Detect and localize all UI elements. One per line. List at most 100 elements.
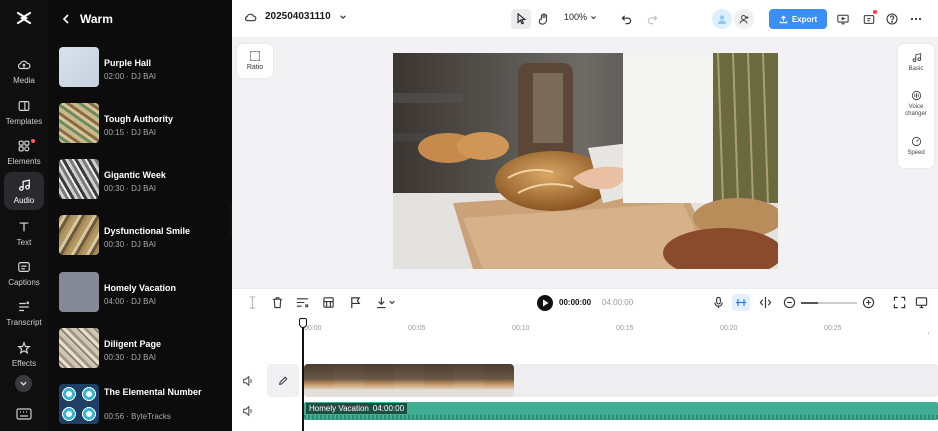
track-name: Dysfunctional Smile	[104, 226, 191, 236]
auto-snap-toggle[interactable]	[732, 294, 750, 311]
project-selector[interactable]: 202504031110	[244, 11, 347, 22]
zoom-dropdown[interactable]: 100%	[564, 12, 597, 22]
notification-dot	[31, 139, 35, 143]
ruler-tick: 00:10	[512, 325, 530, 332]
effects-icon	[17, 340, 31, 354]
elements-icon	[18, 140, 30, 151]
audio-clip-label: Homely Vacation 04:00:00	[306, 403, 408, 414]
clip-frame	[454, 364, 484, 397]
rail-item-transcript[interactable]: Transcript	[4, 294, 44, 332]
music-note-icon	[19, 178, 30, 191]
split-icon[interactable]	[246, 296, 259, 309]
fit-to-screen-icon[interactable]	[893, 296, 906, 309]
download-dropdown-icon[interactable]	[375, 296, 397, 309]
tool-label: Speed	[907, 150, 925, 156]
ratio-button[interactable]: Ratio	[237, 44, 273, 78]
rail-item-effects[interactable]: Effects	[4, 335, 44, 373]
video-clip[interactable]	[304, 364, 514, 397]
video-preview[interactable]	[393, 53, 778, 269]
notifications-button[interactable]	[859, 9, 879, 29]
rail-label: Media	[13, 75, 35, 85]
export-button[interactable]: Export	[769, 9, 827, 29]
speaker-icon[interactable]	[242, 405, 254, 417]
zoom-out-icon[interactable]	[783, 296, 796, 309]
track-thumbnail	[59, 215, 99, 255]
play-button[interactable]	[537, 295, 553, 311]
more-menu-button[interactable]	[906, 9, 926, 29]
cloud-upload-icon	[17, 60, 31, 69]
delete-icon[interactable]	[271, 296, 284, 309]
keyboard-icon[interactable]	[16, 408, 32, 420]
basic-tool[interactable]: Basic	[898, 52, 934, 73]
timeline[interactable]: 00:00 00:05 00:10 00:15 00:20 00:25 Home…	[232, 316, 938, 431]
microphone-icon[interactable]	[712, 296, 725, 309]
help-button[interactable]	[882, 9, 902, 29]
captions-icon	[18, 261, 30, 272]
rail-item-elements[interactable]: Elements	[4, 133, 44, 171]
rail-more-button[interactable]	[15, 375, 32, 392]
present-button[interactable]	[833, 9, 853, 29]
export-label: Export	[791, 14, 818, 24]
split-screen-icon[interactable]	[759, 296, 772, 309]
speed-icon	[911, 136, 921, 147]
marker-flag-icon[interactable]	[349, 296, 362, 309]
audio-track-item[interactable]: The Elemental Number 00:56 · ByteTracks	[59, 384, 229, 426]
undo-button[interactable]	[616, 9, 636, 29]
play-icon	[542, 299, 548, 307]
audio-track-item[interactable]: Dysfunctional Smile 00:30 · DJ BAI	[59, 215, 229, 257]
redo-button[interactable]	[642, 9, 662, 29]
audio-track-item[interactable]: Diligent Page 00:30 · DJ BAI	[59, 328, 229, 370]
rail-label: Elements	[7, 156, 41, 166]
zoom-in-icon[interactable]	[862, 296, 875, 309]
timeline-toolbar: 00:00:00 04:00:00	[232, 288, 938, 316]
playhead[interactable]	[302, 318, 304, 431]
speed-tool[interactable]: Speed	[898, 136, 934, 157]
rail-item-captions[interactable]: Captions	[4, 254, 44, 292]
app-logo-icon[interactable]	[14, 8, 34, 28]
audio-clip[interactable]: Homely Vacation 04:00:00	[304, 402, 938, 420]
freeze-frame-icon[interactable]	[322, 296, 335, 309]
track-thumbnail	[59, 159, 99, 199]
upload-icon	[779, 15, 788, 23]
hand-tool-button[interactable]	[534, 9, 554, 29]
audio-track-item[interactable]: Homely Vacation 04:00 · DJ BAI	[59, 272, 229, 314]
time-ruler[interactable]: 00:00 00:05 00:10 00:15 00:20 00:25	[304, 316, 938, 338]
edit-track-button[interactable]	[267, 364, 299, 397]
audio-track-item[interactable]: Purple Hall 02:00 · DJ BAI	[59, 47, 229, 89]
rail-item-audio[interactable]: Audio	[4, 172, 44, 210]
chevron-down-icon	[20, 381, 27, 386]
transcript-icon	[19, 300, 30, 311]
track-meta: 02:00 · DJ BAI	[104, 72, 157, 81]
voice-changer-tool[interactable]: Voice changer	[898, 90, 934, 118]
ratio-label: Ratio	[246, 64, 264, 71]
timeline-zoom-slider[interactable]	[801, 302, 857, 304]
chevron-down-icon	[591, 15, 597, 19]
back-arrow-icon[interactable]	[62, 14, 70, 24]
track-thumbnail	[59, 47, 99, 87]
playhead-handle[interactable]	[299, 318, 307, 328]
rail-label: Templates	[5, 116, 43, 126]
add-collaborator-button[interactable]	[734, 9, 754, 29]
collaborators[interactable]	[712, 9, 754, 29]
select-tool-button[interactable]	[511, 9, 531, 29]
hand-icon	[538, 13, 548, 25]
caption-display-icon[interactable]	[915, 296, 928, 309]
audio-clip-name: Homely Vacation	[309, 404, 369, 413]
trim-icon[interactable]	[296, 296, 309, 309]
redo-icon	[647, 14, 657, 24]
cloud-icon	[245, 13, 257, 21]
audio-panel: Warm Purple Hall 02:00 · DJ BAI Tough Au…	[48, 0, 232, 431]
text-icon	[19, 221, 29, 231]
track-name: Purple Hall	[104, 58, 152, 68]
rail-item-text[interactable]: Text	[4, 214, 44, 252]
track-name: Gigantic Week	[104, 170, 166, 180]
audio-track-item[interactable]: Gigantic Week 00:30 · DJ BAI	[59, 159, 229, 201]
left-rail: Media Templates Elements Audio Text Capt…	[0, 0, 48, 431]
track-meta: 00:30 · DJ BAI	[104, 184, 157, 193]
rail-item-media[interactable]: Media	[4, 52, 44, 90]
speaker-icon[interactable]	[242, 375, 254, 387]
rail-item-templates[interactable]: Templates	[4, 93, 44, 131]
track-meta: 00:15 · DJ BAI	[104, 128, 157, 137]
audio-track-item[interactable]: Tough Authority 00:15 · DJ BAI	[59, 103, 229, 145]
pencil-icon	[279, 376, 288, 385]
